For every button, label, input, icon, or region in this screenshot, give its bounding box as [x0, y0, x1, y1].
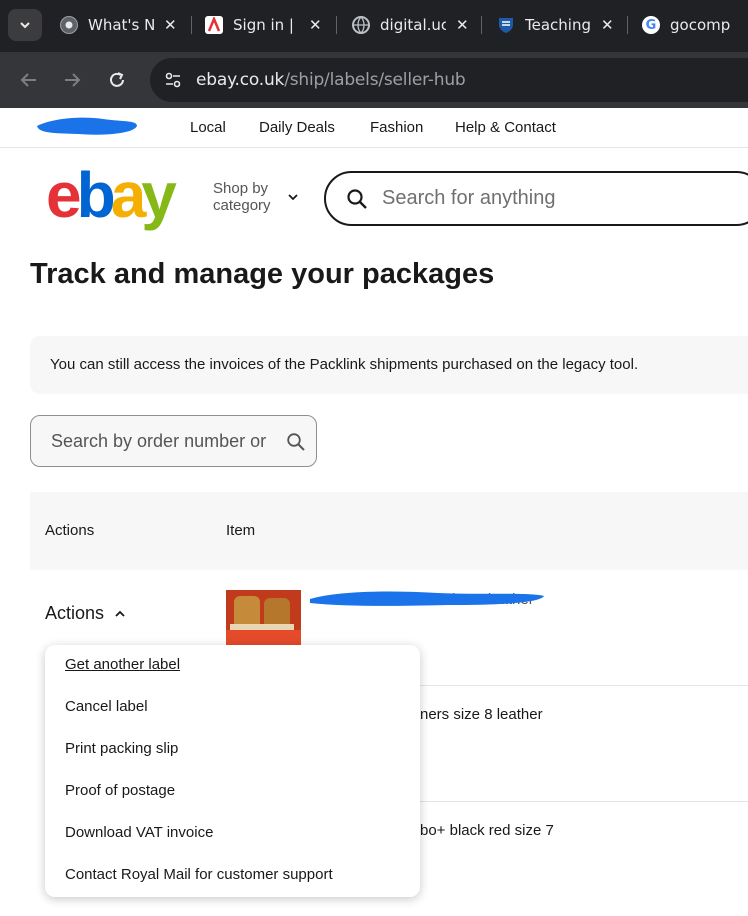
menu-item-cancel-label[interactable]: Cancel label — [65, 698, 148, 715]
column-header-actions: Actions — [45, 522, 95, 539]
google-icon: G — [642, 16, 660, 34]
actions-toggle-button[interactable]: Actions — [45, 603, 126, 624]
banner-text: You can still access the invoices of the… — [50, 356, 639, 373]
column-header-item: Item — [226, 522, 256, 539]
redacted-greeting — [37, 117, 137, 135]
nav-link-daily-deals[interactable]: Daily Deals — [259, 119, 335, 136]
browser-tab-1[interactable]: What's N ✕ — [60, 9, 177, 41]
table-header: Actions Item — [30, 492, 748, 570]
reload-icon — [110, 72, 124, 87]
adobe-icon — [205, 16, 223, 34]
search-placeholder: Search for anything — [382, 187, 556, 209]
tab-separator — [481, 16, 482, 34]
forward-arrow-icon — [65, 73, 81, 87]
forward-button[interactable] — [59, 67, 85, 93]
globe-icon — [352, 16, 370, 34]
actions-label: Actions — [45, 603, 105, 623]
item-title[interactable]: ners size 8 leather — [420, 706, 543, 723]
address-bar[interactable]: ebay.co.uk/ship/labels/seller-hub — [150, 58, 748, 102]
url-text: ebay.co.uk/ship/labels/seller-hub — [196, 70, 466, 90]
tab-separator — [336, 16, 337, 34]
close-tab-icon[interactable]: ✕ — [601, 16, 614, 34]
info-banner: You can still access the invoices of the… — [30, 336, 748, 394]
close-tab-icon[interactable]: ✕ — [164, 16, 177, 34]
search-icon — [347, 189, 367, 209]
tab-separator — [191, 16, 192, 34]
order-search-input[interactable]: Search by order number or — [30, 415, 317, 467]
ebay-top-nav: Local Daily Deals Fashion Help & Contact — [0, 108, 748, 148]
chrome-icon — [60, 16, 78, 34]
tab-title: What's N — [88, 16, 154, 34]
actions-menu: Get another label Cancel label Print pac… — [45, 645, 420, 897]
close-tab-icon[interactable]: ✕ — [309, 16, 322, 34]
url-path: /ship/labels/seller-hub — [284, 70, 466, 90]
browser-tab-2[interactable]: Sign in | ✕ — [205, 9, 322, 41]
tab-title: gocomp — [670, 16, 731, 34]
back-arrow-icon — [20, 73, 36, 87]
browser-toolbar: ebay.co.uk/ship/labels/seller-hub — [0, 52, 748, 108]
chevron-up-icon — [115, 610, 125, 617]
search-icon[interactable] — [286, 432, 306, 452]
item-thumbnail[interactable] — [226, 590, 301, 645]
browser-tab-3[interactable]: digital.uc ✕ — [352, 9, 469, 41]
nav-link-fashion[interactable]: Fashion — [370, 119, 423, 136]
tab-search-button[interactable] — [8, 9, 42, 41]
url-domain: ebay.co.uk — [196, 70, 285, 90]
nav-link-local[interactable]: Local — [190, 119, 226, 136]
ebay-logo[interactable]: ebay — [46, 160, 177, 230]
redacted-item-title — [310, 591, 544, 606]
back-button[interactable] — [16, 67, 42, 93]
order-search-placeholder: Search by order number or — [51, 431, 267, 451]
item-title[interactable]: bo+ black red size 7 — [420, 822, 554, 839]
browser-tab-bar: What's N ✕ Sign in | ✕ digital.uc ✕ Teac… — [0, 0, 748, 52]
close-tab-icon[interactable]: ✕ — [456, 16, 469, 34]
menu-item-proof-of-postage[interactable]: Proof of postage — [65, 782, 175, 799]
nav-link-help-contact[interactable]: Help & Contact — [455, 119, 556, 136]
menu-item-contact-royal-mail[interactable]: Contact Royal Mail for customer support — [65, 866, 333, 883]
shop-by-label: Shop by — [213, 180, 269, 197]
site-search-field[interactable]: Search for anything — [324, 171, 748, 226]
chevron-down-icon — [20, 22, 30, 29]
site-settings-icon[interactable] — [162, 69, 184, 91]
tab-title: digital.uc — [380, 16, 446, 34]
university-shield-icon — [497, 16, 515, 34]
browser-tab-5[interactable]: G gocomp — [642, 9, 736, 41]
tab-separator — [627, 16, 628, 34]
category-label: category — [213, 197, 271, 214]
shop-by-category-button[interactable]: Shop by category — [213, 180, 271, 214]
chevron-down-icon — [288, 194, 298, 201]
reload-button[interactable] — [104, 67, 130, 93]
menu-item-download-vat-invoice[interactable]: Download VAT invoice — [65, 824, 213, 841]
tab-title: Sign in | — [233, 16, 294, 34]
menu-item-print-packing-slip[interactable]: Print packing slip — [65, 740, 178, 757]
menu-item-get-another-label[interactable]: Get another label — [65, 656, 180, 673]
tab-title: Teaching — [525, 16, 591, 34]
browser-tab-4[interactable]: Teaching ✕ — [497, 9, 614, 41]
page-title: Track and manage your packages — [30, 258, 495, 290]
